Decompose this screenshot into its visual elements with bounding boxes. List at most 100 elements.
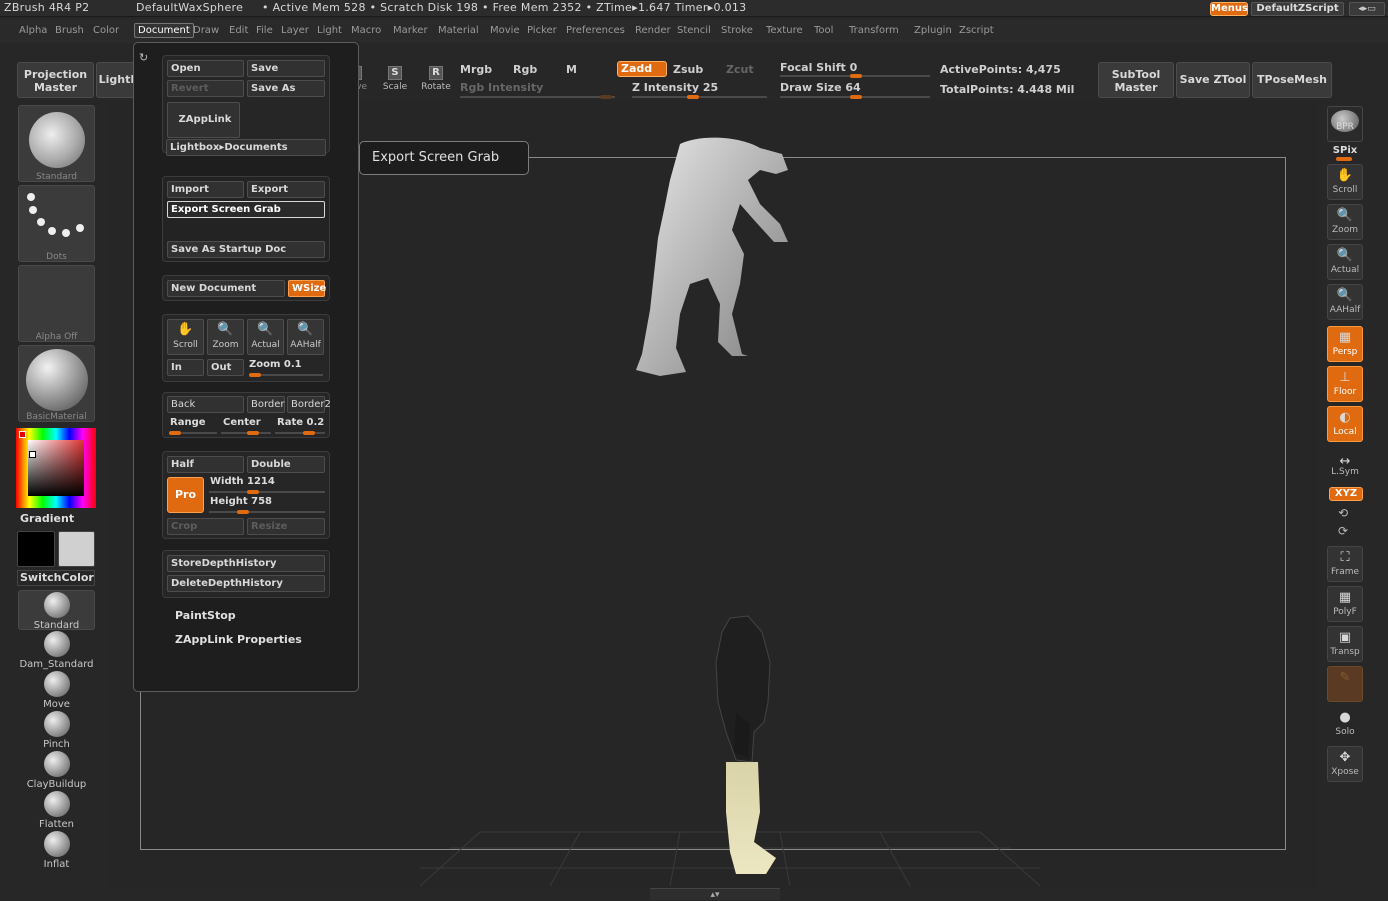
rotate-z-icon[interactable]: ⟳ — [1338, 524, 1348, 538]
menu-preferences[interactable]: Preferences — [566, 25, 625, 36]
menu-document[interactable]: Document — [134, 23, 194, 38]
z-intensity-slider[interactable] — [632, 95, 767, 99]
draw-size-slider[interactable] — [780, 95, 930, 99]
transp-button[interactable]: ▣ Transp — [1327, 626, 1363, 662]
dark-figure-model[interactable] — [696, 612, 796, 882]
menus-button[interactable]: Menus — [1210, 2, 1248, 16]
gradient-button[interactable]: Gradient — [20, 512, 74, 525]
border2-color-button[interactable]: Border2 — [287, 396, 331, 413]
height-slider[interactable] — [209, 510, 325, 514]
menu-texture[interactable]: Texture — [766, 25, 803, 36]
rotate-y-icon[interactable]: ⟲ — [1338, 506, 1348, 520]
menu-color[interactable]: Color — [93, 25, 119, 36]
menu-file[interactable]: File — [256, 25, 273, 36]
brush-move[interactable]: Move — [18, 670, 95, 710]
zcut-button[interactable]: Zcut — [726, 63, 754, 76]
default-zscript-button[interactable]: DefaultZScript — [1251, 2, 1344, 16]
solo-button[interactable]: ● Solo — [1327, 706, 1363, 742]
save-as-startup-doc-button[interactable]: Save As Startup Doc — [167, 241, 325, 258]
zapplink-properties-item[interactable]: ZAppLink Properties — [175, 633, 302, 646]
menu-render[interactable]: Render — [635, 25, 671, 36]
width-slider[interactable] — [209, 490, 325, 494]
rotate-button[interactable]: R Rotate — [420, 64, 452, 94]
menu-zplugin[interactable]: Zplugin — [914, 25, 952, 36]
bottom-tray-handle[interactable]: ▴▾ — [650, 888, 780, 900]
resize-button[interactable]: Resize — [247, 518, 325, 535]
focal-shift-slider[interactable] — [780, 74, 930, 78]
projection-master-button[interactable]: Projection Master — [17, 62, 94, 98]
color-picker[interactable] — [16, 428, 96, 508]
ghost-button[interactable]: ✎ — [1327, 666, 1363, 702]
floor-button[interactable]: ⊥ Floor — [1327, 366, 1363, 402]
m-button[interactable]: M — [566, 63, 577, 76]
menu-transform[interactable]: Transform — [849, 25, 899, 36]
switch-color-button[interactable]: SwitchColor — [17, 570, 95, 586]
spix-slider[interactable] — [1336, 157, 1352, 161]
half-button[interactable]: Half — [167, 456, 244, 473]
menu-tool[interactable]: Tool — [814, 25, 833, 36]
export-screen-grab-button[interactable]: Export Screen Grab — [167, 201, 325, 218]
doc-aahalf-button[interactable]: 🔍 AAHalf — [287, 319, 324, 355]
save-as-button[interactable]: Save As — [247, 80, 325, 97]
actual-button[interactable]: 🔍 Actual — [1327, 244, 1363, 280]
xyz-button[interactable]: XYZ — [1329, 487, 1363, 501]
brush-inflat[interactable]: Inflat — [18, 830, 95, 870]
doc-scroll-button[interactable]: ✋ Scroll — [167, 319, 204, 355]
subtool-master-button[interactable]: SubTool Master — [1098, 62, 1174, 98]
xpose-button[interactable]: ✥ Xpose — [1327, 746, 1363, 782]
rgb-button[interactable]: Rgb — [513, 63, 537, 76]
persp-button[interactable]: ▦ Persp — [1327, 326, 1363, 362]
back-color-button[interactable]: Back — [167, 396, 244, 413]
center-slider[interactable] — [221, 431, 271, 435]
rate-slider-label[interactable]: Rate 0.2 — [277, 417, 324, 428]
import-button[interactable]: Import — [167, 181, 244, 198]
zoom-slider[interactable] — [249, 373, 323, 377]
menu-picker[interactable]: Picker — [527, 25, 557, 36]
menu-alpha[interactable]: Alpha — [19, 25, 47, 36]
brush-pinch[interactable]: Pinch — [18, 710, 95, 750]
scroll-button[interactable]: ✋ Scroll — [1327, 164, 1363, 200]
store-depth-history-button[interactable]: StoreDepthHistory — [167, 555, 325, 572]
frame-button[interactable]: ⛶ Frame — [1327, 546, 1363, 582]
menu-brush[interactable]: Brush — [55, 25, 84, 36]
doc-actual-button[interactable]: 🔍 Actual — [247, 319, 284, 355]
menu-marker[interactable]: Marker — [393, 25, 428, 36]
brush-selector[interactable] — [18, 105, 95, 182]
menu-layer[interactable]: Layer — [281, 25, 309, 36]
menu-material[interactable]: Material — [438, 25, 479, 36]
aahalf-button[interactable]: 🔍 AAHalf — [1327, 284, 1363, 320]
menu-light[interactable]: Light — [317, 25, 342, 36]
secondary-color-swatch[interactable] — [58, 531, 95, 567]
menu-stroke[interactable]: Stroke — [721, 25, 753, 36]
menu-macro[interactable]: Macro — [351, 25, 381, 36]
tpose-mesh-button[interactable]: TPoseMesh — [1252, 62, 1332, 98]
scale-button[interactable]: S Scale — [380, 64, 410, 94]
menu-zscript[interactable]: Zscript — [959, 25, 994, 36]
alpha-selector[interactable] — [18, 265, 95, 342]
export-button[interactable]: Export — [247, 181, 325, 198]
border-color-button[interactable]: Border — [247, 396, 285, 413]
menu-movie[interactable]: Movie — [490, 25, 520, 36]
zsub-button[interactable]: Zsub — [673, 63, 703, 76]
brush-standard[interactable]: Standard — [18, 590, 95, 631]
doc-zoom-button[interactable]: 🔍 Zoom — [207, 319, 244, 355]
double-button[interactable]: Double — [247, 456, 325, 473]
paintstop-item[interactable]: PaintStop — [175, 609, 236, 622]
revert-button[interactable]: Revert — [167, 80, 244, 97]
pro-button[interactable]: Pro — [167, 477, 204, 513]
range-slider-label[interactable]: Range — [170, 417, 206, 428]
primary-color-swatch[interactable] — [17, 531, 55, 567]
mrgb-button[interactable]: Mrgb — [460, 63, 492, 76]
brush-flatten[interactable]: Flatten — [18, 790, 95, 830]
open-button[interactable]: Open — [167, 60, 244, 77]
new-document-button[interactable]: New Document — [167, 280, 285, 297]
brush-dam-standard[interactable]: Dam_Standard — [18, 630, 95, 670]
zoom-button[interactable]: 🔍 Zoom — [1327, 204, 1363, 240]
menu-draw[interactable]: Draw — [193, 25, 219, 36]
polyf-button[interactable]: ▦ PolyF — [1327, 586, 1363, 622]
grey-figure-model[interactable] — [620, 134, 800, 384]
zapplink-button[interactable]: ZAppLink — [167, 102, 240, 138]
save-button[interactable]: Save — [247, 60, 325, 77]
menu-stencil[interactable]: Stencil — [677, 25, 711, 36]
center-slider-label[interactable]: Center — [223, 417, 261, 428]
